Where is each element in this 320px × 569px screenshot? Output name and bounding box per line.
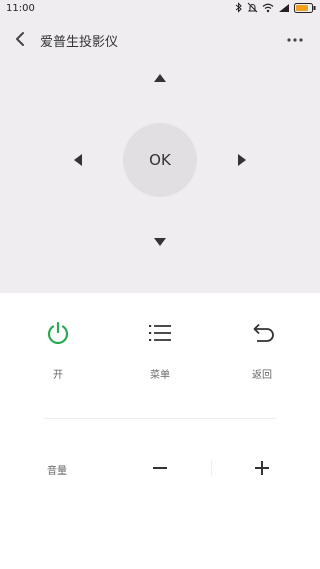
power-label: 开 <box>53 370 63 381</box>
status-bar: 11:00 <box>0 0 320 18</box>
chevron-left-icon[interactable] <box>10 30 30 48</box>
bluetooth-icon <box>235 2 242 13</box>
triangle-up-icon <box>154 74 166 82</box>
signal-icon <box>279 3 289 12</box>
volume-separator <box>211 460 212 476</box>
triangle-right-icon <box>238 154 246 166</box>
status-time: 11:00 <box>6 3 35 14</box>
volume-down-button[interactable] <box>148 456 172 480</box>
power-button[interactable]: 开 <box>28 320 88 381</box>
triangle-down-icon <box>154 238 166 246</box>
dpad-left-button[interactable] <box>66 148 90 172</box>
menu-label: 菜单 <box>150 370 170 381</box>
top-bar: 爱普生投影仪 <box>0 24 320 54</box>
alarm-off-icon <box>247 2 258 13</box>
return-label: 返回 <box>252 370 272 381</box>
menu-button[interactable]: 菜单 <box>130 320 190 381</box>
return-button[interactable]: 返回 <box>232 320 292 381</box>
page-title: 爱普生投影仪 <box>40 35 119 50</box>
dpad-up-button[interactable] <box>148 66 172 90</box>
triangle-left-icon <box>74 154 82 166</box>
dpad-down-button[interactable] <box>148 230 172 254</box>
dpad-right-button[interactable] <box>230 148 254 172</box>
more-dots-icon[interactable] <box>286 32 304 48</box>
volume-up-button[interactable] <box>250 456 274 480</box>
divider <box>44 418 276 419</box>
status-icons <box>235 2 316 13</box>
menu-list-icon <box>149 325 171 341</box>
control-row: 开 菜单 返回 <box>0 320 320 400</box>
plus-icon <box>255 461 269 475</box>
ok-button[interactable]: OK <box>123 123 197 197</box>
battery-icon <box>294 2 316 13</box>
undo-return-icon <box>253 323 274 342</box>
volume-label: 音量 <box>47 466 67 477</box>
ok-label: OK <box>149 151 171 169</box>
remote-dpad-area: 11:00 爱普生投影仪 OK <box>0 0 320 293</box>
wifi-icon <box>262 3 274 12</box>
power-icon <box>47 321 69 345</box>
